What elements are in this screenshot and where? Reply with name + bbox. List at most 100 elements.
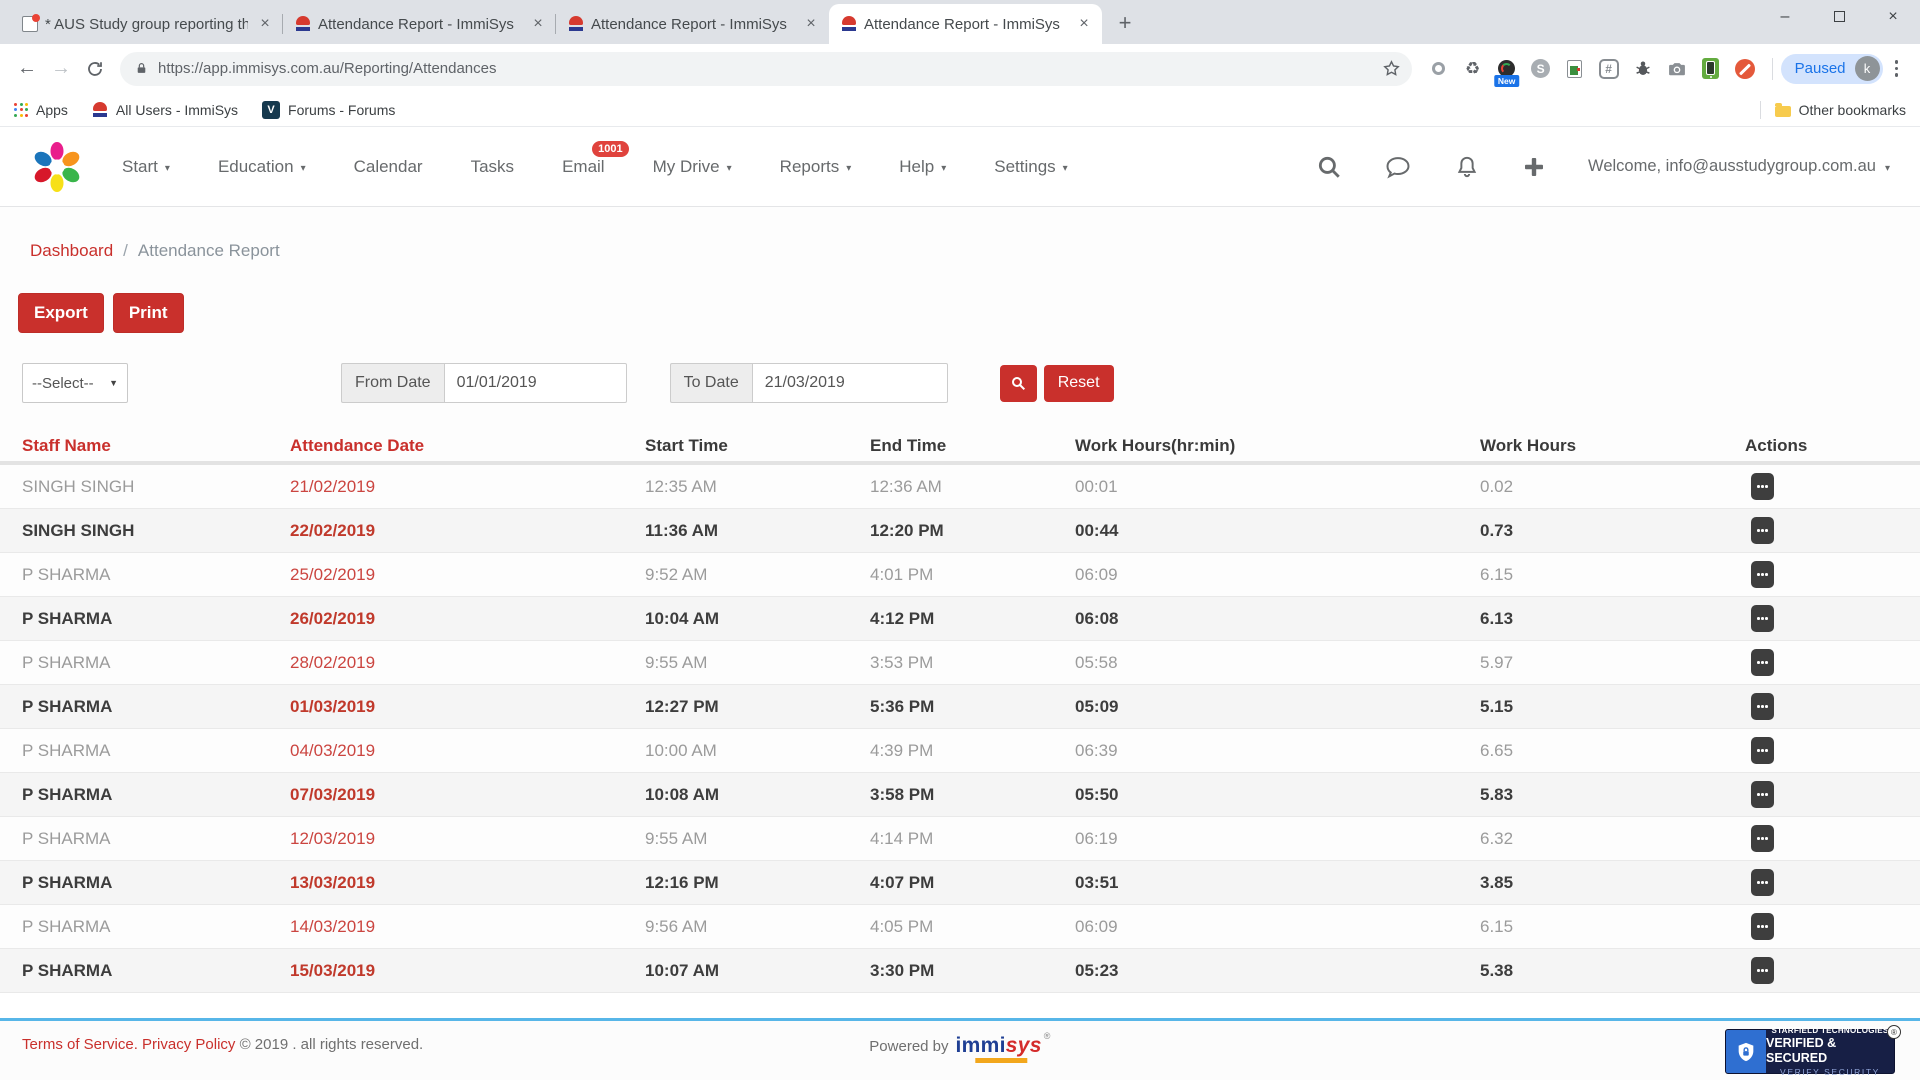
terms-of-service-link[interactable]: Terms of Service.: [22, 1036, 138, 1053]
sync-paused-pill[interactable]: Paused k: [1781, 54, 1883, 84]
column-header-attendance-date: Attendance Date: [290, 436, 645, 456]
nav-search-button[interactable]: [1316, 154, 1342, 180]
row-actions-button[interactable]: [1751, 781, 1774, 808]
browser-tab-bar: * AUS Study group reporting tha × Attend…: [0, 0, 1920, 44]
security-seal[interactable]: STARFIELD TECHNOLOGIES VERIFIED & SECURE…: [1725, 1029, 1895, 1074]
browser-tab[interactable]: * AUS Study group reporting tha ×: [10, 4, 283, 44]
row-actions-button[interactable]: [1751, 957, 1774, 984]
cell-end-time: 4:07 PM: [870, 873, 1075, 893]
browser-tab[interactable]: Attendance Report - ImmiSys ×: [556, 4, 829, 44]
extension-recycle-icon[interactable]: ♻: [1462, 57, 1484, 81]
tab-close-icon[interactable]: ×: [1074, 14, 1094, 34]
extension-skype-icon[interactable]: S: [1530, 57, 1552, 81]
extension-ring-icon[interactable]: [1428, 57, 1450, 81]
row-actions-button[interactable]: [1751, 693, 1774, 720]
print-button[interactable]: Print: [113, 293, 184, 333]
nav-item[interactable]: Calendar: [354, 157, 423, 177]
cell-work-hours-hrmin: 05:09: [1075, 697, 1480, 717]
nav-item[interactable]: Reports ▾: [780, 157, 852, 177]
cell-attendance-date: 22/02/2019: [290, 521, 645, 541]
extension-phone-icon[interactable]: [1700, 57, 1722, 81]
breadcrumb-dashboard-link[interactable]: Dashboard: [30, 241, 113, 261]
nav-item[interactable]: Start ▾: [122, 157, 170, 177]
cell-work-hours: 6.32: [1480, 829, 1745, 849]
export-button[interactable]: Export: [18, 293, 104, 333]
url-text[interactable]: https://app.immisys.com.au/Reporting/Att…: [158, 60, 1377, 77]
cell-start-time: 10:00 AM: [645, 741, 870, 761]
cell-work-hours: 6.65: [1480, 741, 1745, 761]
nav-messages-button[interactable]: [1384, 153, 1412, 181]
nav-item[interactable]: Education ▾: [218, 157, 306, 177]
extension-hashgrid-icon[interactable]: #: [1598, 57, 1620, 81]
nav-notifications-button[interactable]: [1454, 154, 1480, 180]
cell-attendance-date: 13/03/2019: [290, 873, 645, 893]
tab-close-icon[interactable]: ×: [801, 14, 821, 34]
row-actions-button[interactable]: [1751, 649, 1774, 676]
ellipsis-icon: [1757, 661, 1768, 664]
tab-close-icon[interactable]: ×: [255, 14, 275, 34]
extension-camera-icon[interactable]: [1666, 57, 1688, 81]
from-date-input[interactable]: [444, 363, 627, 403]
new-tab-button[interactable]: +: [1110, 8, 1140, 38]
chevron-down-icon: ▾: [1063, 163, 1068, 174]
maximize-button[interactable]: [1812, 0, 1866, 33]
cell-work-hours-hrmin: 06:39: [1075, 741, 1480, 761]
row-actions-button[interactable]: [1751, 517, 1774, 544]
row-actions-button[interactable]: [1751, 825, 1774, 852]
cell-end-time: 3:58 PM: [870, 785, 1075, 805]
row-actions-button[interactable]: [1751, 561, 1774, 588]
reset-button[interactable]: Reset: [1044, 365, 1114, 402]
tab-close-icon[interactable]: ×: [528, 14, 548, 34]
nav-item[interactable]: Settings ▾: [994, 157, 1067, 177]
extension-bug-icon[interactable]: [1632, 57, 1654, 81]
page-content: Dashboard / Attendance Report Export Pri…: [0, 207, 1920, 993]
row-actions-button[interactable]: [1751, 869, 1774, 896]
address-bar[interactable]: https://app.immisys.com.au/Reporting/Att…: [120, 52, 1412, 86]
cell-actions: [1745, 649, 1920, 676]
row-actions-button[interactable]: [1751, 605, 1774, 632]
to-date-input[interactable]: [752, 363, 948, 403]
extension-pencil-icon[interactable]: [1734, 57, 1756, 81]
nav-add-button[interactable]: [1522, 155, 1546, 179]
bookmark-star-button[interactable]: [1377, 54, 1407, 84]
registered-mark: ®: [1887, 1025, 1901, 1039]
extension-spreadsheet-icon[interactable]: [1564, 57, 1586, 81]
nav-item[interactable]: My Drive ▾: [653, 157, 732, 177]
bookmark-all-users[interactable]: All Users - ImmiSys: [92, 102, 238, 118]
bookmarks-bar: Apps All Users - ImmiSys V Forums - Foru…: [0, 93, 1920, 127]
bookmark-apps[interactable]: Apps: [14, 102, 68, 118]
cell-start-time: 11:36 AM: [645, 521, 870, 541]
forward-button[interactable]: →: [44, 52, 78, 86]
browser-tab[interactable]: Attendance Report - ImmiSys ×: [829, 4, 1102, 44]
cell-end-time: 3:30 PM: [870, 961, 1075, 981]
browser-tab[interactable]: Attendance Report - ImmiSys ×: [283, 4, 556, 44]
filter-row: --Select-- ▼ From Date To Date Reset: [22, 363, 1920, 403]
table-row: SINGH SINGH 22/02/2019 11:36 AM 12:20 PM…: [0, 509, 1920, 553]
aus-study-group-logo[interactable]: [30, 140, 84, 194]
browser-menu-button[interactable]: [1895, 60, 1899, 77]
reload-button[interactable]: [78, 52, 112, 86]
nav-item[interactable]: Help ▾: [899, 157, 946, 177]
profile-avatar[interactable]: k: [1855, 56, 1880, 81]
row-actions-button[interactable]: [1751, 913, 1774, 940]
column-header-actions: Actions: [1745, 436, 1920, 456]
search-button[interactable]: [1000, 365, 1037, 402]
nav-item-label: Tasks: [471, 157, 514, 177]
close-window-button[interactable]: ×: [1866, 0, 1920, 33]
nav-item[interactable]: Email 1001: [562, 157, 605, 177]
row-actions-button[interactable]: [1751, 473, 1774, 500]
nav-item[interactable]: Tasks: [471, 157, 514, 177]
cell-actions: [1745, 517, 1920, 544]
back-button[interactable]: ←: [10, 52, 44, 86]
privacy-policy-link[interactable]: Privacy Policy: [142, 1036, 235, 1053]
table-row: P SHARMA 01/03/2019 12:27 PM 5:36 PM 05:…: [0, 685, 1920, 729]
minimize-button[interactable]: –: [1758, 0, 1812, 33]
bookmark-forums[interactable]: V Forums - Forums: [262, 101, 395, 119]
nav-item-label: My Drive: [653, 157, 720, 177]
staff-select-dropdown[interactable]: --Select-- ▼: [22, 363, 128, 403]
other-bookmarks-button[interactable]: Other bookmarks: [1799, 102, 1906, 118]
row-actions-button[interactable]: [1751, 737, 1774, 764]
extension-speedtest-icon[interactable]: New: [1496, 57, 1518, 81]
cell-end-time: 12:36 AM: [870, 477, 1075, 497]
account-menu[interactable]: Welcome, info@ausstudygroup.com.au ▾: [1588, 157, 1890, 176]
